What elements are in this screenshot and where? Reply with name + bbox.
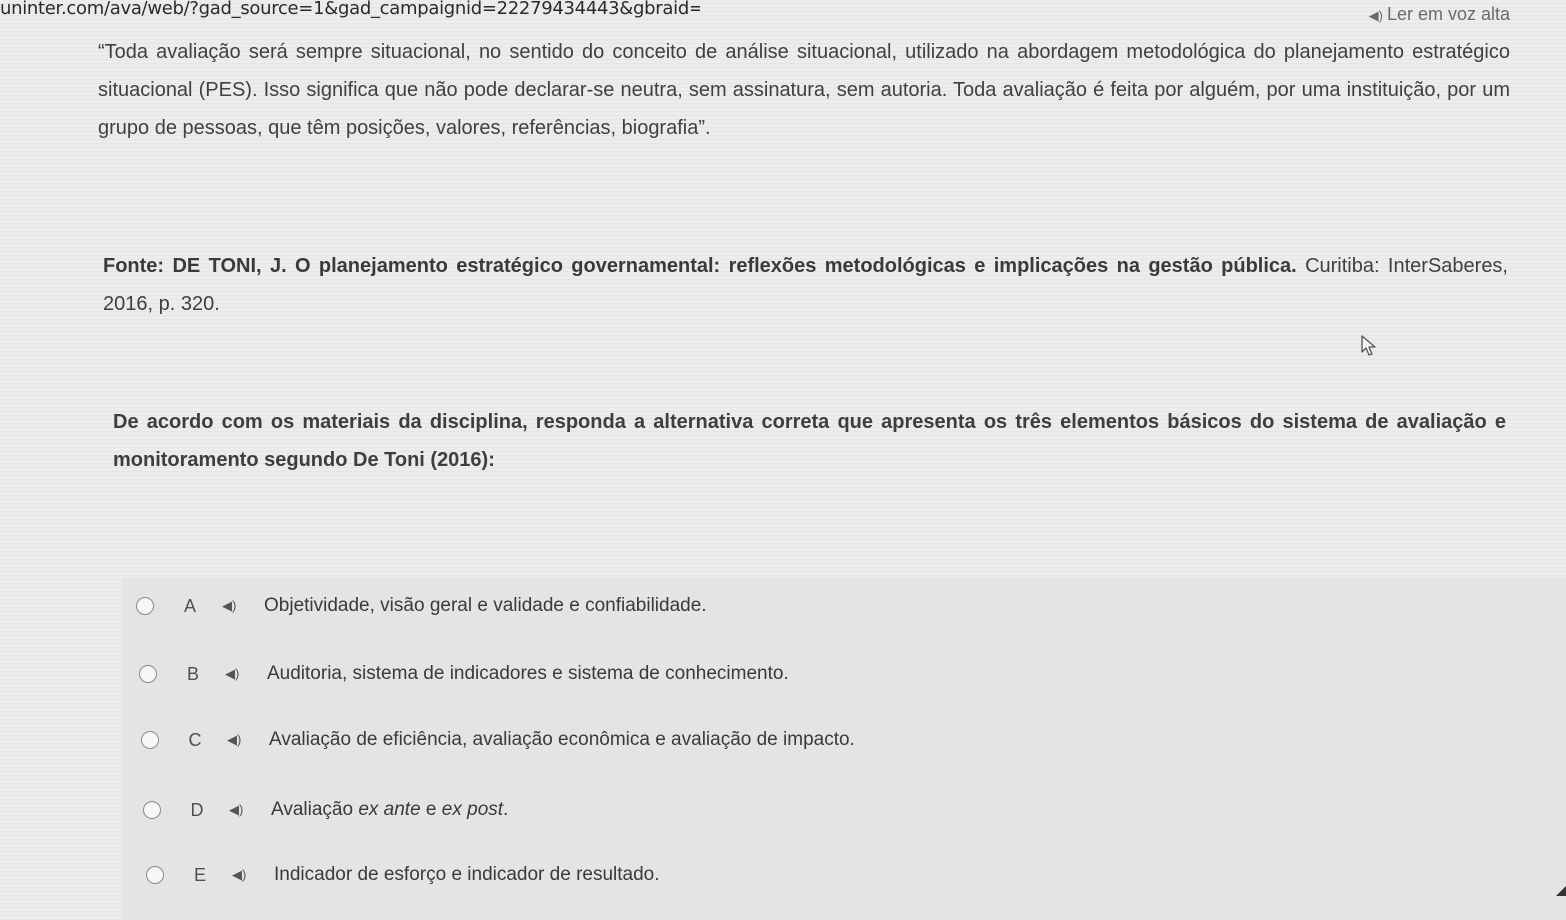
option-c-letter: C — [188, 729, 202, 750]
option-b-text: Auditoria, sistema de indicadores e sist… — [267, 663, 789, 684]
option-a-letter: A — [183, 595, 196, 616]
read-aloud-label: Ler em voz alta — [1386, 4, 1510, 24]
option-c[interactable]: C ◀) Avaliação de eficiência, avaliação … — [141, 722, 855, 758]
option-b-radio[interactable] — [139, 665, 157, 683]
option-d-text-mid: e — [420, 799, 442, 820]
option-c-radio[interactable] — [141, 731, 159, 749]
option-e-radio[interactable] — [146, 866, 164, 884]
option-d[interactable]: D ◀) Avaliação ex ante e ex post. — [143, 792, 508, 828]
option-d-text: Avaliação ex ante e ex post. — [271, 799, 508, 821]
speaker-icon[interactable]: ◀) — [225, 666, 245, 682]
option-d-term-ex-post: ex post — [441, 799, 504, 820]
speaker-icon[interactable]: ◀) — [222, 598, 242, 614]
option-b[interactable]: B ◀) Auditoria, sistema de indicadores e… — [139, 656, 789, 692]
question-prompt: De acordo com os materiais da disciplina… — [113, 411, 1506, 471]
option-a[interactable]: A ◀) Objetividade, visão geral e validad… — [136, 588, 707, 624]
speaker-icon[interactable]: ◀) — [229, 802, 249, 818]
option-d-term-ex-ante: ex ante — [358, 799, 421, 820]
option-b-letter: B — [186, 663, 199, 684]
option-e-letter: E — [193, 864, 206, 885]
option-e[interactable]: E ◀) Indicador de esforço e indicador de… — [146, 857, 660, 893]
speaker-icon[interactable]: ◀) — [232, 867, 252, 883]
option-d-letter: D — [190, 799, 204, 820]
option-d-radio[interactable] — [143, 801, 161, 819]
mouse-cursor-icon — [1361, 335, 1376, 356]
speaker-icon[interactable]: ◀) — [227, 732, 247, 748]
address-bar-url[interactable]: uninter.com/ava/web/?gad_source=1&gad_ca… — [0, 0, 700, 18]
option-e-text: Indicador de esforço e indicador de resu… — [274, 864, 660, 885]
read-aloud-button[interactable]: ◀) Ler em voz alta — [1369, 4, 1510, 25]
option-a-radio[interactable] — [136, 597, 154, 615]
option-d-text-after: . — [503, 799, 509, 820]
question-quote: “Toda avaliação será sempre situacional,… — [98, 41, 1510, 139]
option-d-text-before: Avaliação — [271, 799, 359, 820]
source-title: Fonte: DE TONI, J. O planejamento estrat… — [103, 255, 1297, 277]
option-a-text: Objetividade, visão geral e validade e c… — [264, 595, 707, 616]
option-c-text: Avaliação de eficiência, avaliação econô… — [269, 729, 855, 750]
resize-corner — [1556, 886, 1566, 896]
speaker-icon: ◀) — [1368, 8, 1383, 23]
question-source: Fonte: DE TONI, J. O planejamento estrat… — [103, 247, 1508, 323]
